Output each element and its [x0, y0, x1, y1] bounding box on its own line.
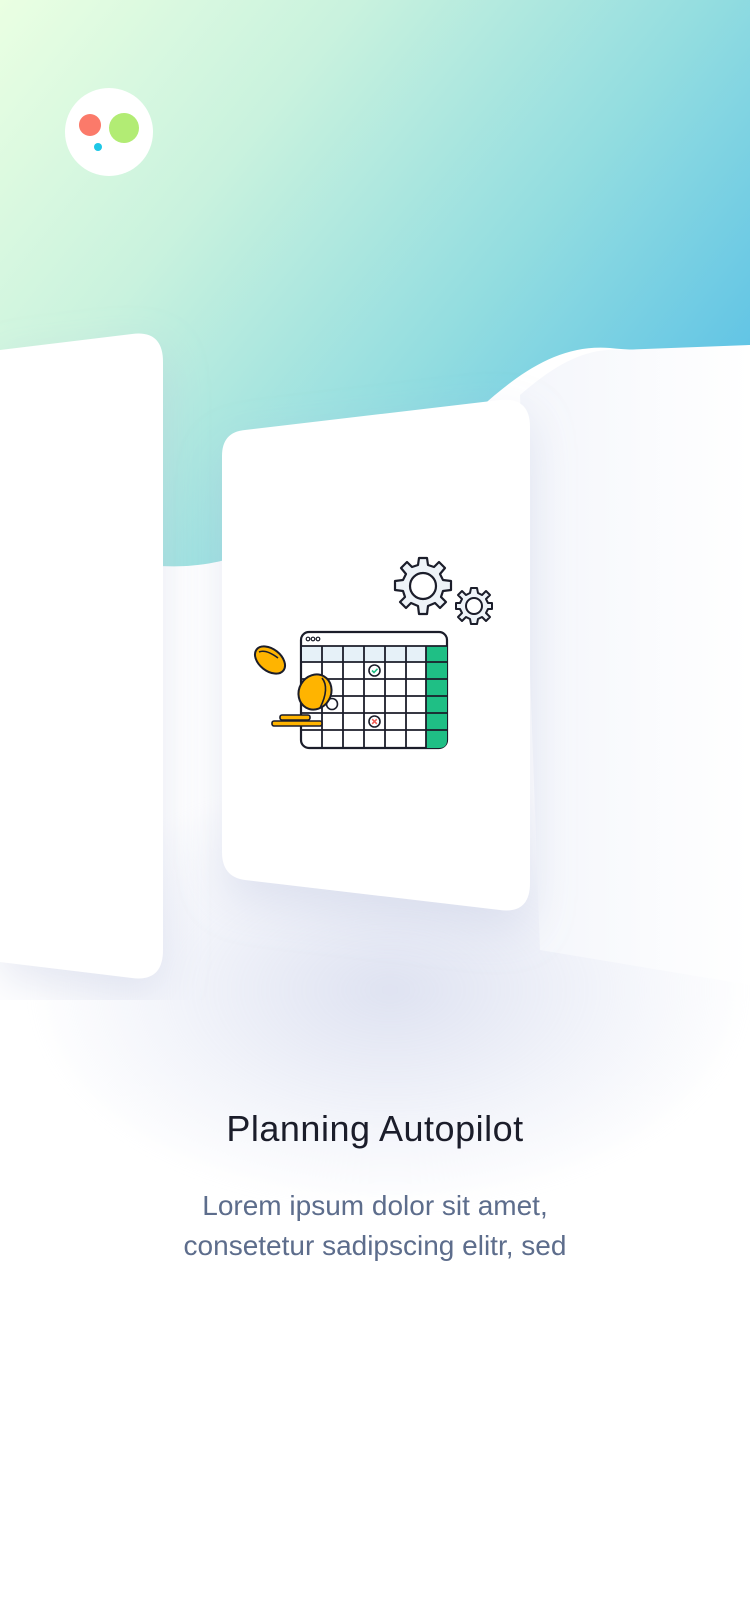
carousel-cards [0, 333, 750, 985]
small-gear-icon [455, 587, 493, 625]
calendar-gears-coins-icon [253, 556, 493, 750]
large-gear-icon [393, 556, 453, 616]
carousel-card-right[interactable] [520, 345, 750, 985]
carousel-card-left[interactable] [0, 333, 163, 979]
onboarding-subtitle: Lorem ipsum dolor sit amet, consetetur s… [183, 1190, 567, 1261]
onboarding-screen: Planning Autopilot Lorem ipsum dolor sit… [0, 0, 750, 1624]
onboarding-title: Planning Autopilot [226, 1108, 524, 1149]
